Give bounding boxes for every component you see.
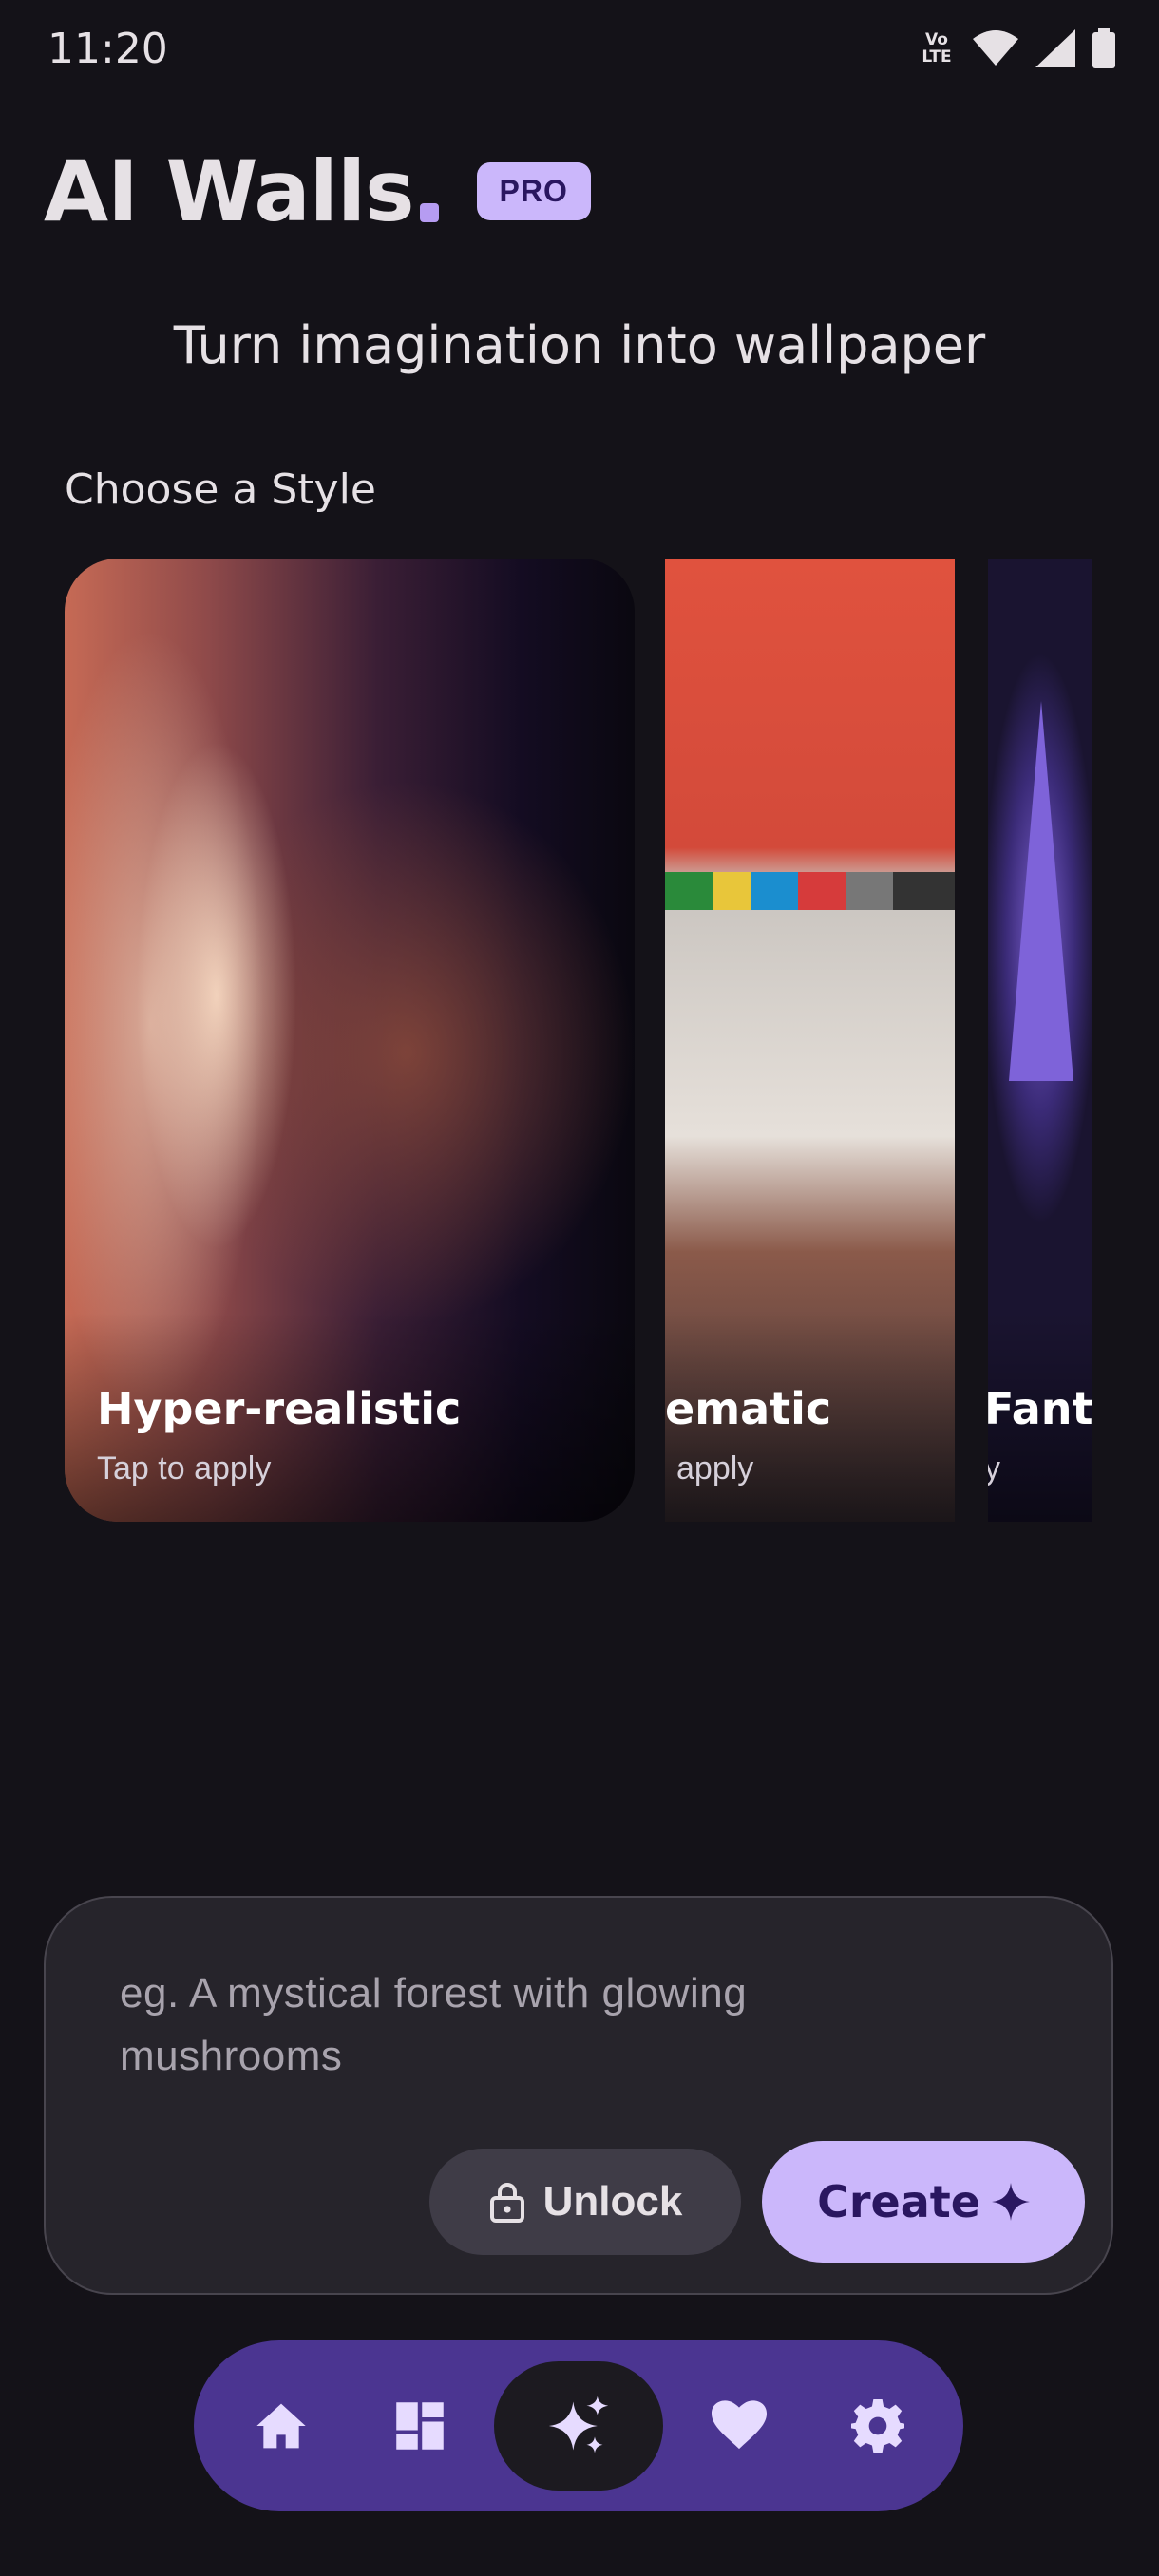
- section-title: Choose a Style: [65, 465, 376, 514]
- pro-badge[interactable]: PRO: [476, 162, 591, 220]
- style-card-subtitle: Tap to apply: [97, 1450, 272, 1487]
- nav-gallery[interactable]: [367, 2373, 473, 2479]
- style-card-hyper-realistic[interactable]: Hyper-realistic Tap to apply: [65, 559, 635, 1522]
- prompt-input[interactable]: eg. A mystical forest with glowing mushr…: [120, 1962, 975, 2088]
- heart-icon: [712, 2400, 767, 2450]
- tagline: Turn imagination into wallpaper: [173, 315, 986, 375]
- status-time: 11:20: [48, 25, 168, 73]
- nav-settings[interactable]: [825, 2373, 931, 2479]
- style-card-label: Fanta: [988, 1383, 1092, 1434]
- nav-favorites[interactable]: [686, 2373, 792, 2479]
- settings-icon: [851, 2399, 904, 2453]
- sparkles-icon: [548, 2396, 609, 2453]
- sparkle-icon: [991, 2183, 1030, 2221]
- create-label: Create: [817, 2176, 980, 2227]
- wifi-icon: [973, 30, 1018, 66]
- prompt-panel: eg. A mystical forest with glowing mushr…: [44, 1896, 1113, 2295]
- status-bar: 11:20 Vo LTE: [0, 0, 1159, 104]
- brand-dot: [419, 202, 439, 222]
- card-image: [665, 872, 955, 910]
- bottom-nav: [194, 2340, 963, 2511]
- battery-icon: [1092, 28, 1115, 68]
- style-card-subtitle: apply: [676, 1450, 754, 1487]
- style-card-subtitle: y: [988, 1450, 1000, 1487]
- nav-create[interactable]: [494, 2361, 663, 2491]
- style-card-cinematic[interactable]: ematic apply: [665, 559, 955, 1522]
- home-icon: [256, 2403, 306, 2449]
- lock-icon: [489, 2183, 524, 2223]
- unlock-button[interactable]: Unlock: [429, 2149, 741, 2255]
- style-carousel[interactable]: Hyper-realistic Tap to apply ematic appl…: [0, 559, 1159, 1523]
- status-icons: Vo LTE: [918, 28, 1115, 68]
- cell-signal-icon: [1036, 29, 1075, 67]
- app-brand: AI Walls PRO: [44, 142, 591, 240]
- nav-home[interactable]: [228, 2373, 334, 2479]
- dashboard-icon: [396, 2402, 444, 2450]
- volte-indicator: Vo LTE: [922, 30, 952, 66]
- unlock-label: Unlock: [542, 2178, 683, 2225]
- style-card-fantasy[interactable]: Fanta y: [988, 559, 1092, 1522]
- style-card-label: ematic: [665, 1383, 832, 1434]
- app-title: AI Walls: [44, 142, 415, 240]
- create-button[interactable]: Create: [762, 2141, 1085, 2263]
- card-image: [1009, 701, 1074, 1081]
- style-card-label: Hyper-realistic: [97, 1383, 462, 1434]
